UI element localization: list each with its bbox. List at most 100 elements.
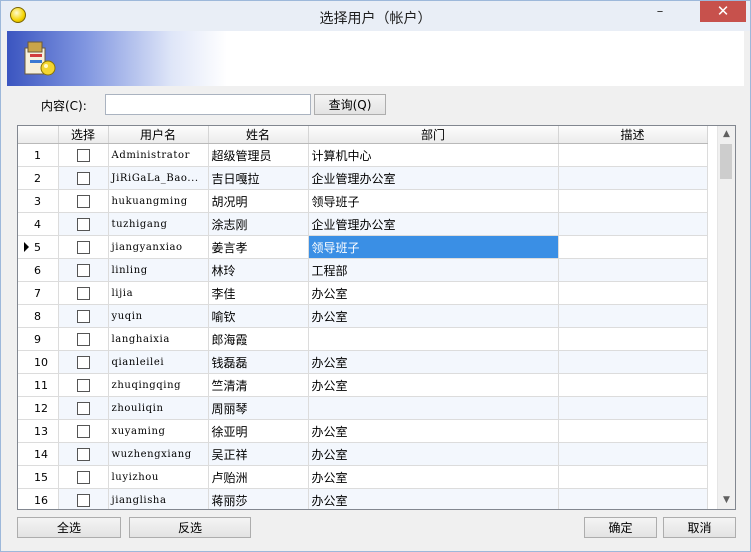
select-cell[interactable] <box>58 212 109 236</box>
select-cell[interactable] <box>58 258 109 282</box>
row-number[interactable]: 1 <box>18 143 59 167</box>
department-cell[interactable]: 企业管理办公室 <box>308 166 559 190</box>
name-cell[interactable]: 徐亚明 <box>208 419 309 443</box>
select-checkbox[interactable] <box>76 149 90 162</box>
username-cell[interactable]: Administrator <box>108 143 209 167</box>
username-cell[interactable]: lijia <box>108 281 209 305</box>
department-cell[interactable] <box>308 327 559 351</box>
table-row[interactable]: 9 langhaixia 郎海霞 <box>18 327 708 351</box>
username-cell[interactable]: wuzhengxiang <box>108 442 209 466</box>
row-number[interactable]: 2 <box>18 166 59 190</box>
table-row[interactable]: 4 tuzhigang 涂志刚 企业管理办公室 <box>18 212 708 236</box>
close-button[interactable]: ✕ <box>700 1 746 22</box>
description-cell[interactable] <box>558 281 708 305</box>
table-row[interactable]: 3 hukuangming 胡况明 领导班子 <box>18 189 708 213</box>
description-cell[interactable] <box>558 396 708 420</box>
select-checkbox[interactable] <box>76 494 90 507</box>
table-row[interactable]: 15 luyizhou 卢贻洲 办公室 <box>18 465 708 489</box>
row-number[interactable]: 15 <box>18 465 59 489</box>
select-checkbox[interactable] <box>76 402 90 415</box>
table-row[interactable]: 5 jiangyanxiao 姜言孝 领导班子 <box>18 235 708 259</box>
table-row[interactable]: 8 yuqin 喻钦 办公室 <box>18 304 708 328</box>
department-cell[interactable]: 领导班子 <box>308 189 559 213</box>
content-input[interactable] <box>105 94 311 115</box>
row-number[interactable]: 7 <box>18 281 59 305</box>
username-cell[interactable]: langhaixia <box>108 327 209 351</box>
select-cell[interactable] <box>58 396 109 420</box>
name-cell[interactable]: 吴正祥 <box>208 442 309 466</box>
username-cell[interactable]: xuyaming <box>108 419 209 443</box>
department-cell[interactable]: 办公室 <box>308 465 559 489</box>
name-cell[interactable]: 姜言孝 <box>208 235 309 259</box>
description-cell[interactable] <box>558 419 708 443</box>
select-checkbox[interactable] <box>76 241 90 254</box>
select-cell[interactable] <box>58 281 109 305</box>
department-cell[interactable]: 企业管理办公室 <box>308 212 559 236</box>
row-number[interactable]: 14 <box>18 442 59 466</box>
user-grid[interactable]: 选择 用户名 姓名 部门 描述 1 Administrator 超级管理员 计算机中心… <box>17 125 736 510</box>
description-cell[interactable] <box>558 258 708 282</box>
description-cell[interactable] <box>558 166 708 190</box>
username-cell[interactable]: JiRiGaLa_Bao... <box>108 166 209 190</box>
table-row[interactable]: 11 zhuqingqing 竺清清 办公室 <box>18 373 708 397</box>
department-cell[interactable]: 办公室 <box>308 442 559 466</box>
select-cell[interactable] <box>58 189 109 213</box>
username-cell[interactable]: yuqin <box>108 304 209 328</box>
name-cell[interactable]: 林玲 <box>208 258 309 282</box>
name-cell[interactable]: 超级管理员 <box>208 143 309 167</box>
name-cell[interactable]: 吉日嘎拉 <box>208 166 309 190</box>
row-number[interactable]: 13 <box>18 419 59 443</box>
description-cell[interactable] <box>558 373 708 397</box>
department-cell[interactable]: 领导班子 <box>308 235 559 259</box>
select-checkbox[interactable] <box>76 379 90 392</box>
table-row[interactable]: 14 wuzhengxiang 吴正祥 办公室 <box>18 442 708 466</box>
department-cell[interactable]: 办公室 <box>308 281 559 305</box>
username-cell[interactable]: jiangyanxiao <box>108 235 209 259</box>
description-cell[interactable] <box>558 212 708 236</box>
department-cell[interactable]: 办公室 <box>308 373 559 397</box>
name-cell[interactable]: 喻钦 <box>208 304 309 328</box>
select-cell[interactable] <box>58 373 109 397</box>
table-row[interactable]: 16 jianglisha 蒋丽莎 办公室 <box>18 488 708 509</box>
username-cell[interactable]: tuzhigang <box>108 212 209 236</box>
row-number[interactable]: 4 <box>18 212 59 236</box>
query-button[interactable]: 查询(Q) <box>314 94 386 115</box>
name-cell[interactable]: 郎海霞 <box>208 327 309 351</box>
vertical-scrollbar[interactable]: ▲ ▼ <box>717 126 735 509</box>
select-cell[interactable] <box>58 350 109 374</box>
select-cell[interactable] <box>58 235 109 259</box>
description-cell[interactable] <box>558 488 708 509</box>
select-cell[interactable] <box>58 419 109 443</box>
row-number[interactable]: 16 <box>18 488 59 509</box>
row-number[interactable]: 10 <box>18 350 59 374</box>
department-cell[interactable] <box>308 396 559 420</box>
username-cell[interactable]: linling <box>108 258 209 282</box>
invert-selection-button[interactable]: 反选 <box>129 517 251 538</box>
select-checkbox[interactable] <box>76 471 90 484</box>
ok-button[interactable]: 确定 <box>584 517 657 538</box>
username-cell[interactable]: jianglisha <box>108 488 209 509</box>
description-cell[interactable] <box>558 465 708 489</box>
description-cell[interactable] <box>558 442 708 466</box>
table-row[interactable]: 12 zhouliqin 周丽琴 <box>18 396 708 420</box>
select-checkbox[interactable] <box>76 172 90 185</box>
description-cell[interactable] <box>558 327 708 351</box>
name-cell[interactable]: 钱磊磊 <box>208 350 309 374</box>
name-cell[interactable]: 李佳 <box>208 281 309 305</box>
table-row[interactable]: 1 Administrator 超级管理员 计算机中心 <box>18 143 708 167</box>
scroll-down-arrow-icon[interactable]: ▼ <box>718 492 735 509</box>
select-cell[interactable] <box>58 488 109 509</box>
table-row[interactable]: 6 linling 林玲 工程部 <box>18 258 708 282</box>
minimize-button[interactable]: – <box>649 5 671 23</box>
select-cell[interactable] <box>58 465 109 489</box>
scroll-up-arrow-icon[interactable]: ▲ <box>718 126 735 143</box>
description-cell[interactable] <box>558 143 708 167</box>
department-cell[interactable]: 计算机中心 <box>308 143 559 167</box>
description-cell[interactable] <box>558 235 708 259</box>
col-header-username[interactable]: 用户名 <box>108 126 209 144</box>
username-cell[interactable]: hukuangming <box>108 189 209 213</box>
row-number[interactable]: 6 <box>18 258 59 282</box>
select-cell[interactable] <box>58 304 109 328</box>
name-cell[interactable]: 涂志刚 <box>208 212 309 236</box>
select-checkbox[interactable] <box>76 264 90 277</box>
